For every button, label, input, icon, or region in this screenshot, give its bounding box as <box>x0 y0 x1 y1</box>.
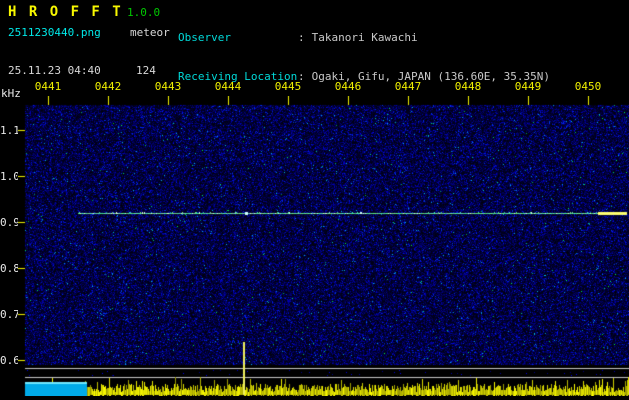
y-tick-label: 0.7 <box>0 308 20 321</box>
x-tick-label: 0445 <box>274 80 302 93</box>
y-axis-unit: kHz <box>1 87 21 100</box>
app-title: H R O F F T <box>8 4 123 20</box>
info-colon: : <box>298 31 305 44</box>
output-filename: 2511230440.png <box>8 26 101 39</box>
x-tick-label: 0449 <box>514 80 542 93</box>
echo-count: 124 <box>136 64 156 77</box>
x-tick-label: 0443 <box>154 80 182 93</box>
info-value: Takanori Kawachi <box>311 31 418 44</box>
spectrogram-canvas <box>18 96 629 396</box>
x-tick-label: 0448 <box>454 80 482 93</box>
info-label: Observer <box>178 31 231 44</box>
x-tick-label: 0446 <box>334 80 362 93</box>
x-tick-label: 0444 <box>214 80 242 93</box>
y-tick-label: 0.6 <box>0 354 20 367</box>
datetime-label: 25.11.23 04:40 <box>8 64 101 77</box>
x-tick-label: 0450 <box>574 80 602 93</box>
info-row-observer: Observer : Takanori Kawachi <box>178 31 550 44</box>
mode-label: meteor <box>130 26 170 39</box>
x-tick-label: 0447 <box>394 80 422 93</box>
x-tick-label: 0441 <box>34 80 62 93</box>
hrofft-window: H R O F F T 1.0.0 2511230440.png meteor … <box>0 0 629 400</box>
y-tick-label: 0.9 <box>0 216 20 229</box>
y-tick-label: 1.1 <box>0 124 20 137</box>
y-tick-label: 1.0 <box>0 170 20 183</box>
app-version: 1.0.0 <box>127 6 161 19</box>
x-tick-label: 0442 <box>94 80 122 93</box>
y-tick-label: 0.8 <box>0 262 20 275</box>
